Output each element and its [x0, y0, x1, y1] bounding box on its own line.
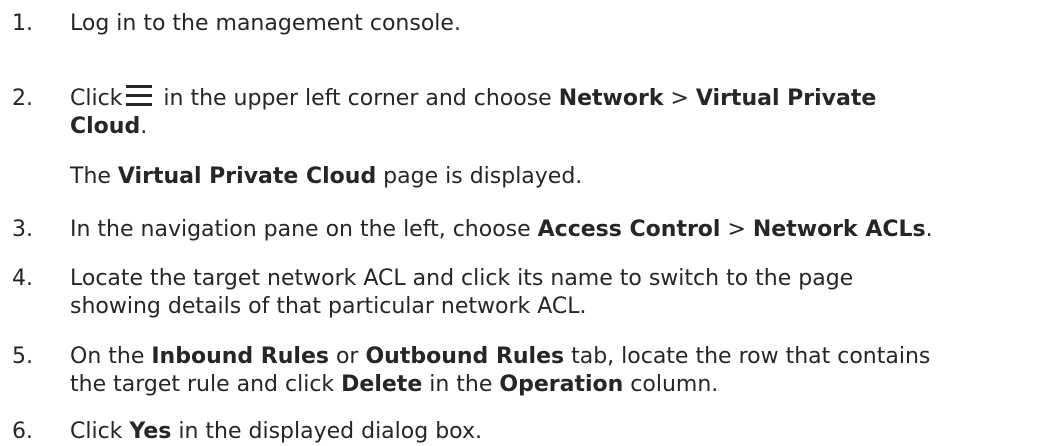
- operation-column-label: Operation: [499, 372, 624, 397]
- instruction-text: Click: [70, 419, 130, 444]
- step-number: 2.: [12, 86, 33, 111]
- step-text: Click in the upper left corner and choos…: [70, 85, 1050, 191]
- instruction-text: tab, locate the row that contains: [564, 344, 931, 369]
- result-pre: The: [70, 164, 118, 189]
- tab-outbound-rules: Outbound Rules: [365, 344, 565, 369]
- instruction-text: in the upper left corner and choose: [156, 86, 559, 111]
- instruction-text: or: [328, 344, 366, 369]
- step-text: Locate the target network ACL and click …: [70, 265, 1050, 321]
- click-text: Click: [70, 86, 123, 111]
- procedure-steps: 1. Log in to the management console. 2. …: [0, 0, 1058, 446]
- instruction-text: In the navigation pane on the left, choo…: [70, 217, 538, 242]
- period: .: [140, 114, 148, 139]
- instruction-text: in the: [422, 372, 500, 397]
- menu-access-control: Access Control: [537, 217, 721, 242]
- menu-network: Network: [558, 86, 664, 111]
- delete-label: Delete: [341, 372, 423, 397]
- separator: >: [663, 86, 696, 111]
- step-number: 3.: [12, 217, 33, 242]
- step-text: Log in to the management console.: [70, 11, 461, 36]
- line-2: showing details of that particular netwo…: [70, 294, 587, 319]
- instruction-text: column.: [623, 372, 719, 397]
- menu-network-acls: Network ACLs: [752, 217, 926, 242]
- instruction-text: the target rule and click: [70, 372, 342, 397]
- step-number: 5.: [12, 344, 33, 369]
- menu-vpc-continued: Cloud: [70, 114, 141, 139]
- result-page-name: Virtual Private Cloud: [117, 164, 377, 189]
- instruction-text: in the displayed dialog box.: [171, 419, 482, 444]
- menu-vpc: Virtual Private: [695, 86, 877, 111]
- yes-label: Yes: [129, 419, 172, 444]
- instruction-text: On the: [70, 344, 152, 369]
- separator: >: [720, 217, 753, 242]
- step-text: Click Yes in the displayed dialog box.: [70, 418, 1050, 446]
- period: .: [925, 217, 933, 242]
- step-number: 4.: [12, 266, 33, 291]
- step-text: In the navigation pane on the left, choo…: [70, 216, 1050, 244]
- line-1: Locate the target network ACL and click …: [70, 266, 854, 291]
- step-text: On the Inbound Rules or Outbound Rules t…: [70, 343, 1050, 399]
- tab-inbound-rules: Inbound Rules: [151, 344, 329, 369]
- result-text: page is displayed.: [376, 164, 583, 189]
- step-number: 6.: [12, 419, 33, 444]
- hamburger-menu-icon: [126, 85, 153, 107]
- step-number: 1.: [12, 11, 33, 36]
